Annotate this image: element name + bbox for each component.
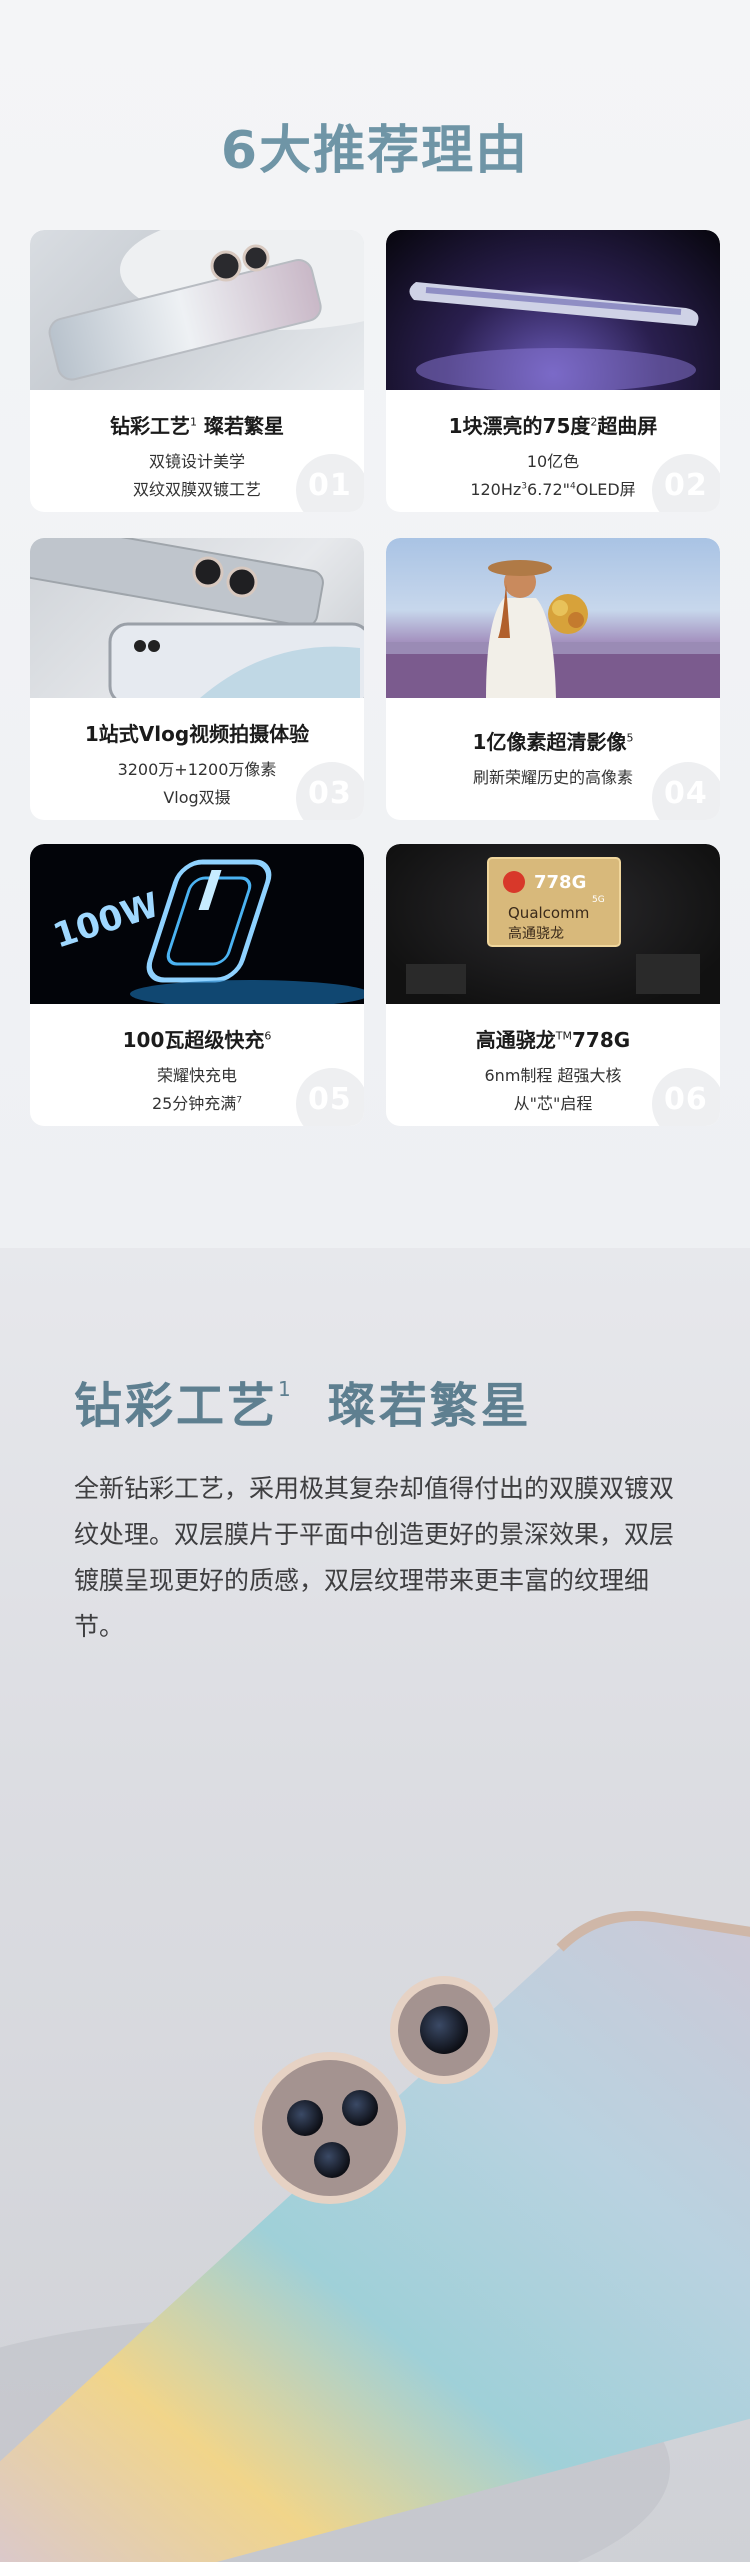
card-title: 1亿像素超清影像5: [472, 730, 634, 754]
reason-card-03[interactable]: 1站式Vlog视频拍摄体验 3200万+1200万像素 Vlog双摄 03: [30, 538, 364, 820]
craft-section: 钻彩工艺1 璨若繁星 全新钻彩工艺，采用极其复杂却值得付出的双膜双镀双纹处理。双层…: [0, 1248, 750, 2562]
curved-screen-photo: [386, 230, 720, 390]
chip-model: 778G: [534, 872, 586, 893]
chip-photo: 778G 5G Qualcomm 高通骁龙: [386, 844, 720, 1004]
phone-silver-photo: [30, 230, 364, 390]
chip-name: 高通骁龙: [508, 925, 564, 942]
reason-card-06[interactable]: 778G 5G Qualcomm 高通骁龙 高通骁龙TM778G 6nm制程 超…: [386, 844, 720, 1126]
reason-card-04[interactable]: 1亿像素超清影像5 刷新荣耀历史的高像素 04: [386, 538, 720, 820]
reason-card-05[interactable]: 100W 100瓦超级快充6 荣耀快充电 25分钟充满7 05: [30, 844, 364, 1126]
card-title: 1块漂亮的75度2超曲屏: [448, 414, 658, 438]
portrait-photo: [386, 538, 720, 698]
reason-card-01[interactable]: 钻彩工艺1 璨若繁星 双镜设计美学 双纹双膜双镀工艺 01: [30, 230, 364, 512]
reason-card-02[interactable]: 1块漂亮的75度2超曲屏 10亿色 120Hz36.72"4OLED屏 02: [386, 230, 720, 512]
card-title: 100瓦超级快充6: [122, 1028, 272, 1052]
phone-hero-image: [0, 1911, 750, 2562]
card-title: 钻彩工艺1 璨若繁星: [110, 414, 284, 438]
card-title: 高通骁龙TM778G: [475, 1028, 631, 1052]
section-title: 6大推荐理由: [220, 121, 530, 181]
card-title: 1站式Vlog视频拍摄体验: [84, 722, 310, 746]
charge-label: 100W: [48, 885, 164, 957]
reasons-section: 6大推荐理由 钻彩工艺1 璨若繁星 双镜设计美学 双纹双膜双镀工艺 01 1块漂…: [0, 0, 750, 1248]
chip-sub: 5G: [592, 895, 605, 905]
charging-photo: 100W: [30, 844, 364, 1004]
chip-brand: Qualcomm: [508, 904, 589, 922]
phones-camera-photo: [30, 538, 364, 698]
